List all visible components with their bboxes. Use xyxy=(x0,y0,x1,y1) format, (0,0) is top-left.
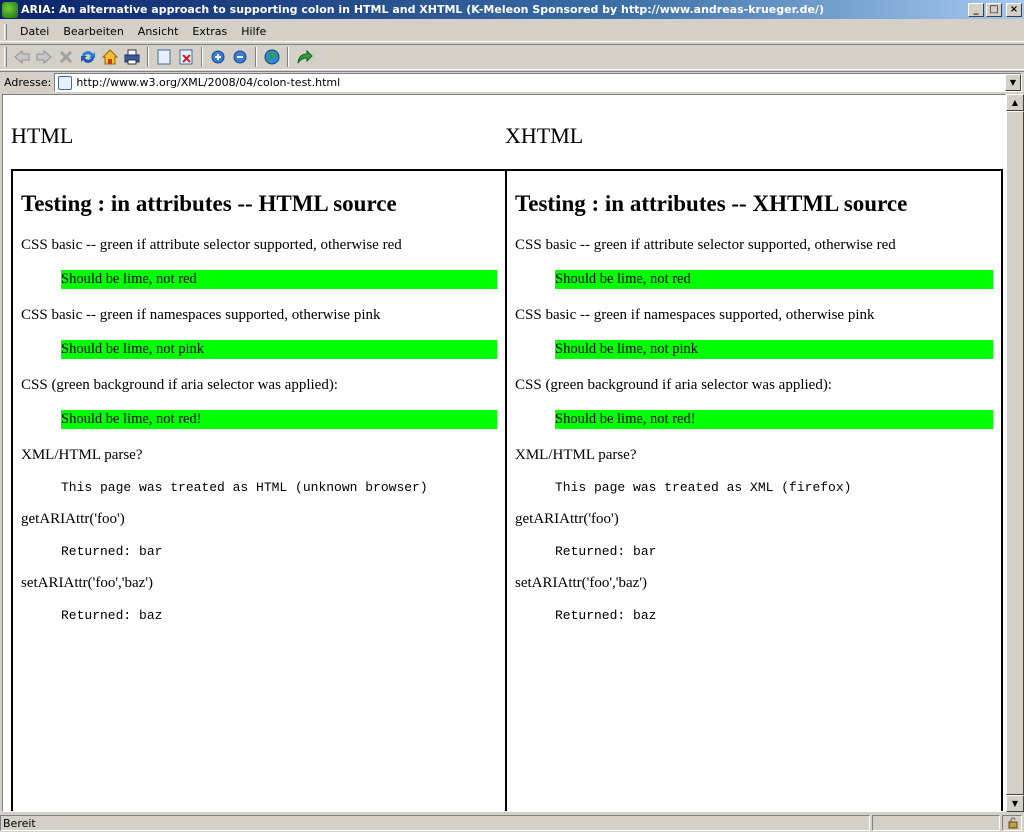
reload-button[interactable] xyxy=(77,46,99,68)
css-basic-label: CSS basic -- green if attribute selector… xyxy=(515,237,896,253)
html-frame[interactable]: Testing : in attributes -- HTML source C… xyxy=(13,171,507,811)
home-icon xyxy=(101,49,119,65)
css-basic-result: Should be lime, not red xyxy=(555,270,993,289)
get-aria-attr-result: Returned: bar xyxy=(61,544,163,559)
status-bar: Bereit xyxy=(0,814,1024,832)
zoom-out-button[interactable] xyxy=(229,46,251,68)
css-basic-label: CSS basic -- green if attribute selector… xyxy=(21,237,402,253)
lock-icon xyxy=(1008,817,1018,829)
menu-datei[interactable]: Datei xyxy=(13,25,56,38)
maximize-button[interactable]: □ xyxy=(986,2,1002,17)
menu-ansicht[interactable]: Ansicht xyxy=(131,25,186,38)
minimize-button[interactable]: _ xyxy=(968,2,984,17)
menu-extras[interactable]: Extras xyxy=(185,25,234,38)
back-button[interactable] xyxy=(11,46,33,68)
css-aria-label: CSS (green background if aria selector w… xyxy=(515,377,832,393)
forward-icon xyxy=(36,49,52,65)
new-window-icon xyxy=(157,49,171,65)
menu-grip[interactable] xyxy=(4,23,7,40)
forward-button[interactable] xyxy=(33,46,55,68)
address-dropdown-button[interactable]: ▼ xyxy=(1005,74,1021,91)
window-title-bar[interactable]: ARIA: An alternative approach to support… xyxy=(0,0,1024,19)
globe-button[interactable] xyxy=(261,46,283,68)
toolbar-separator xyxy=(201,47,203,67)
back-icon xyxy=(14,49,30,65)
security-lock-icon[interactable] xyxy=(1002,815,1022,831)
menu-hilfe[interactable]: Hilfe xyxy=(234,25,273,38)
new-window-button[interactable] xyxy=(153,46,175,68)
set-aria-attr-label: setARIAttr('foo','baz') xyxy=(515,575,648,591)
menu-bar: Datei Bearbeiten Ansicht Extras Hilfe xyxy=(0,22,1024,42)
window-title: ARIA: An alternative approach to support… xyxy=(21,3,824,16)
get-aria-attr-result: Returned: bar xyxy=(555,544,657,559)
scroll-up-button[interactable]: ▲ xyxy=(1006,94,1024,111)
css-namespace-label: CSS basic -- green if namespaces support… xyxy=(515,307,875,323)
close-window-icon xyxy=(179,49,193,65)
navigation-toolbar xyxy=(0,44,1024,70)
print-icon xyxy=(124,49,140,65)
css-namespace-result: Should be lime, not pink xyxy=(61,340,497,359)
status-text: Bereit xyxy=(0,815,870,831)
print-button[interactable] xyxy=(121,46,143,68)
close-button[interactable]: × xyxy=(1006,2,1022,17)
set-aria-attr-result: Returned: baz xyxy=(555,608,657,623)
arrow-down-icon: ▼ xyxy=(1011,799,1019,808)
reload-icon xyxy=(81,51,95,63)
stop-button[interactable] xyxy=(55,46,77,68)
toolbar-separator xyxy=(255,47,257,67)
address-bar: Adresse: http://www.w3.org/XML/2008/04/c… xyxy=(0,71,1024,93)
scroll-thumb[interactable] xyxy=(1006,111,1024,795)
go-button[interactable] xyxy=(293,46,315,68)
test-frames: Testing : in attributes -- HTML source C… xyxy=(11,169,1003,811)
menu-bearbeiten[interactable]: Bearbeiten xyxy=(56,25,130,38)
stop-icon xyxy=(59,50,73,64)
toolbar-separator xyxy=(287,47,289,67)
go-icon xyxy=(297,49,313,64)
get-aria-attr-label: getARIAttr('foo') xyxy=(21,511,125,527)
address-url[interactable]: http://www.w3.org/XML/2008/04/colon-test… xyxy=(76,76,1005,89)
parse-result: This page was treated as HTML (unknown b… xyxy=(61,480,428,495)
css-namespace-label: CSS basic -- green if namespaces support… xyxy=(21,307,381,323)
close-window-button[interactable] xyxy=(175,46,197,68)
status-panel xyxy=(872,815,1000,831)
kmeleon-app-icon[interactable] xyxy=(2,1,18,18)
vertical-scrollbar[interactable]: ▲ ▼ xyxy=(1006,94,1024,812)
toolbar-separator xyxy=(147,47,149,67)
scroll-down-button[interactable]: ▼ xyxy=(1006,795,1024,812)
home-button[interactable] xyxy=(99,46,121,68)
parse-label: XML/HTML parse? xyxy=(515,447,637,463)
xhtml-column-heading: XHTML xyxy=(505,123,584,148)
set-aria-attr-label: setARIAttr('foo','baz') xyxy=(21,575,154,591)
css-aria-result: Should be lime, not red! xyxy=(555,410,993,429)
globe-icon xyxy=(264,49,280,65)
address-input[interactable]: http://www.w3.org/XML/2008/04/colon-test… xyxy=(54,73,1022,92)
page-viewport[interactable]: HTML XHTML Testing : in attributes -- HT… xyxy=(2,94,1006,812)
address-label: Adresse: xyxy=(4,76,52,89)
html-frame-title: Testing : in attributes -- HTML source xyxy=(21,191,397,216)
xhtml-frame[interactable]: Testing : in attributes -- XHTML source … xyxy=(507,171,1001,811)
zoom-out-icon xyxy=(233,50,247,64)
set-aria-attr-result: Returned: baz xyxy=(61,608,163,623)
css-aria-label: CSS (green background if aria selector w… xyxy=(21,377,338,393)
arrow-up-icon: ▲ xyxy=(1011,98,1019,107)
parse-label: XML/HTML parse? xyxy=(21,447,143,463)
chevron-down-icon: ▼ xyxy=(1009,78,1017,87)
parse-result: This page was treated as XML (firefox) xyxy=(555,480,852,495)
zoom-in-button[interactable] xyxy=(207,46,229,68)
toolbar-grip[interactable] xyxy=(4,47,7,67)
get-aria-attr-label: getARIAttr('foo') xyxy=(515,511,619,527)
html-column-heading: HTML xyxy=(11,123,74,148)
css-namespace-result: Should be lime, not pink xyxy=(555,340,993,359)
page-icon xyxy=(58,75,73,90)
css-aria-result: Should be lime, not red! xyxy=(61,410,497,429)
css-basic-result: Should be lime, not red xyxy=(61,270,497,289)
zoom-in-icon xyxy=(211,50,225,64)
xhtml-frame-title: Testing : in attributes -- XHTML source xyxy=(515,191,908,216)
